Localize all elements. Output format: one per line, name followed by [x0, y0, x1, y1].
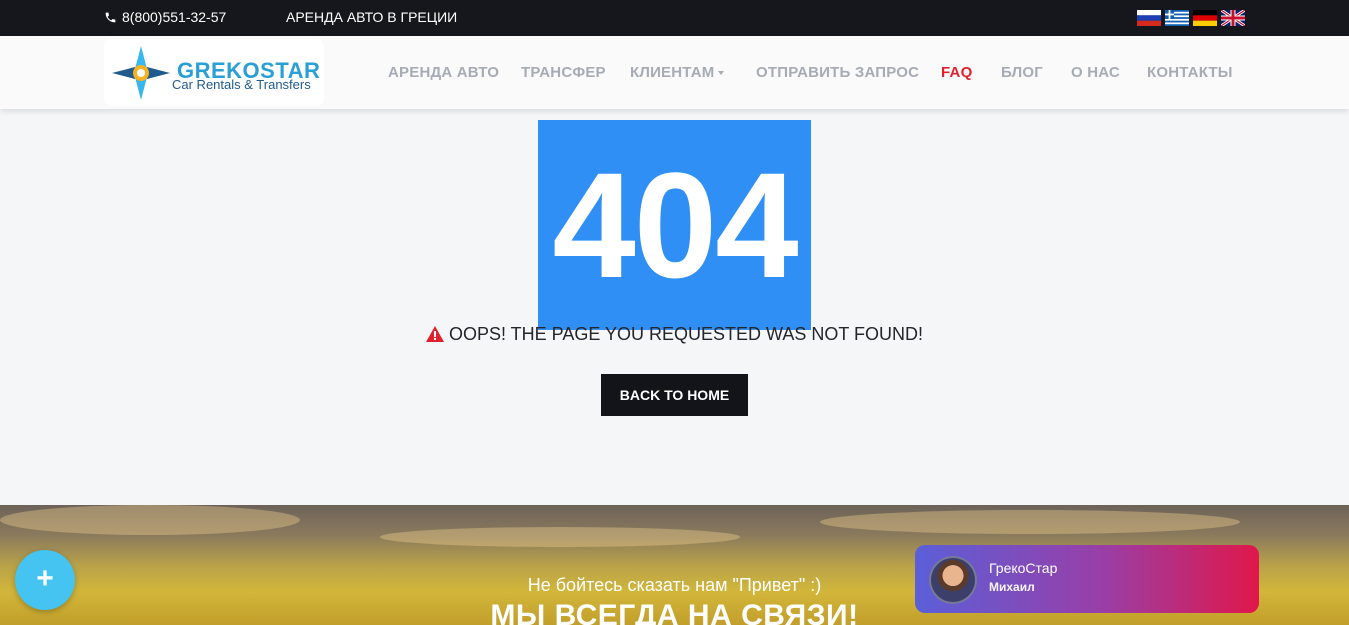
- nav-item-blog[interactable]: БЛОГ: [1001, 64, 1043, 81]
- chat-agent-name: Михаил: [989, 580, 1035, 594]
- back-to-home-button[interactable]: BACK TO HOME: [601, 374, 748, 416]
- main-navbar: GREKOSTAR Car Rentals & Transfers АРЕНДА…: [0, 36, 1349, 109]
- site-logo[interactable]: GREKOSTAR Car Rentals & Transfers: [104, 39, 324, 106]
- greek-flag-icon[interactable]: [1165, 10, 1189, 26]
- hero-cloud: [820, 510, 1240, 534]
- hero-cloud: [380, 527, 740, 547]
- compass-logo-icon: [112, 46, 170, 100]
- chevron-down-icon: [718, 71, 725, 76]
- top-tagline: АРЕНДА АВТО В ГРЕЦИИ: [286, 9, 458, 25]
- logo-subtitle: Car Rentals & Transfers: [172, 77, 311, 92]
- hero-cloud: [0, 505, 300, 535]
- error-message: OOPS! THE PAGE YOU REQUESTED WAS NOT FOU…: [0, 324, 1349, 345]
- chat-widget[interactable]: ГрекоСтар Михаил: [915, 545, 1259, 613]
- nav-item-contacts[interactable]: КОНТАКТЫ: [1147, 64, 1233, 81]
- phone-icon: [105, 12, 116, 22]
- phone-number: 8(800)551-32-57: [122, 9, 227, 25]
- german-flag-icon[interactable]: [1193, 10, 1217, 26]
- language-switcher: [1137, 10, 1245, 26]
- nav-item-send-request[interactable]: ОТПРАВИТЬ ЗАПРОС: [756, 64, 919, 81]
- nav-item-clients[interactable]: КЛИЕНТАМ: [630, 64, 725, 81]
- nav-item-faq[interactable]: FAQ: [941, 64, 972, 81]
- error-message-text: OOPS! THE PAGE YOU REQUESTED WAS NOT FOU…: [448, 324, 924, 344]
- top-bar: 8(800)551-32-57 АРЕНДА АВТО В ГРЕЦИИ: [0, 0, 1349, 36]
- phone-link[interactable]: 8(800)551-32-57: [104, 9, 226, 25]
- nav-item-car-rental[interactable]: АРЕНДА АВТО: [388, 64, 499, 81]
- british-flag-icon[interactable]: [1221, 10, 1245, 26]
- avatar: [929, 556, 977, 604]
- nav-item-about[interactable]: О НАС: [1071, 64, 1120, 81]
- nav-item-transfer[interactable]: ТРАНСФЕР: [521, 64, 606, 81]
- nav-item-clients-label: КЛИЕНТАМ: [630, 64, 715, 81]
- russian-flag-icon[interactable]: [1137, 10, 1161, 26]
- warning-icon: [425, 326, 444, 342]
- error-code: 404: [552, 141, 798, 309]
- chat-company-name: ГрекоСтар: [989, 560, 1058, 576]
- floating-add-button[interactable]: +: [15, 550, 75, 610]
